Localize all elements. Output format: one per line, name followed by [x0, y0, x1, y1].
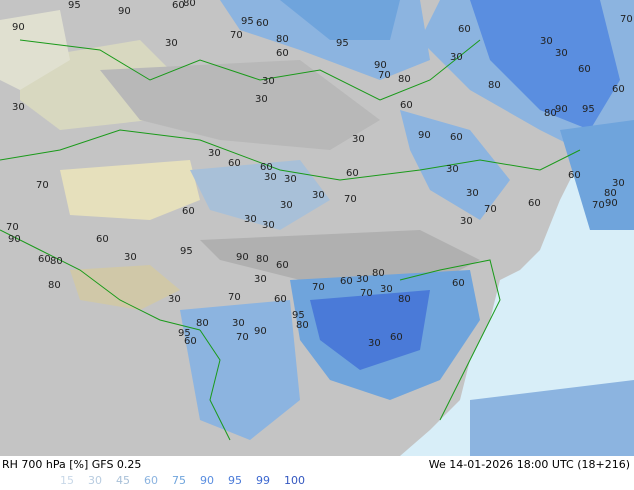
legend-item: 15 — [60, 474, 74, 487]
contour-label: 60 — [274, 294, 287, 305]
contour-label: 80 — [50, 256, 63, 267]
contour-label: 60 — [568, 170, 581, 181]
contour-label: 30 — [356, 274, 369, 285]
contour-label: 60 — [276, 48, 289, 59]
contour-label: 30 — [255, 94, 268, 105]
contour-label: 60 — [96, 234, 109, 245]
contour-label: 30 — [555, 48, 568, 59]
contour-label: 80 — [296, 320, 309, 331]
contour-label: 60 — [400, 100, 413, 111]
rh-map: 959060809095 603070306080 95309070 80603030… — [0, 0, 634, 456]
contour-label: 60 — [38, 254, 51, 265]
contour-label: 80 — [488, 80, 501, 91]
contour-label: 70 — [592, 200, 605, 211]
map-title: RH 700 hPa [%] GFS 0.25 — [2, 458, 142, 471]
contour-label: 30 — [12, 102, 25, 113]
legend-item: 60 — [144, 474, 158, 487]
contour-label: 80 — [196, 318, 209, 329]
contour-label: 80 — [276, 34, 289, 45]
color-legend: 15 30 45 60 75 90 95 99 100 — [60, 474, 319, 487]
contour-label: 30 — [165, 38, 178, 49]
legend-item: 45 — [116, 474, 130, 487]
contour-label: 60 — [184, 336, 197, 347]
contour-label: 90 — [605, 198, 618, 209]
contour-label: 30 — [262, 220, 275, 231]
contour-label: 90 — [418, 130, 431, 141]
contour-label: 95 — [336, 38, 349, 49]
contour-label: 30 — [232, 318, 245, 329]
contour-label: 80 — [183, 0, 196, 9]
contour-label: 60 — [578, 64, 591, 75]
contour-label: 80 — [372, 268, 385, 279]
contour-label: 95 — [582, 104, 595, 115]
legend-item: 30 — [88, 474, 102, 487]
contour-label: 30 — [208, 148, 221, 159]
contour-label: 60 — [276, 260, 289, 271]
contour-label: 95 — [241, 16, 254, 27]
contour-label: 90 — [555, 104, 568, 115]
contour-label: 70 — [230, 30, 243, 41]
contour-label: 90 — [236, 252, 249, 263]
contour-label: 70 — [484, 204, 497, 215]
contour-label: 60 — [458, 24, 471, 35]
legend-item: 100 — [284, 474, 305, 487]
contour-label: 60 — [390, 332, 403, 343]
legend-item: 99 — [256, 474, 270, 487]
contour-label: 60 — [450, 132, 463, 143]
legend-item: 75 — [172, 474, 186, 487]
contour-label: 30 — [312, 190, 325, 201]
contour-label: 30 — [264, 172, 277, 183]
contour-label: 90 — [12, 22, 25, 33]
contour-label: 90 — [8, 234, 21, 245]
contour-label: 60 — [346, 168, 359, 179]
contour-label: 70 — [360, 288, 373, 299]
contour-label: 30 — [466, 188, 479, 199]
contour-label: 60 — [182, 206, 195, 217]
contour-label: 70 — [236, 332, 249, 343]
contour-label: 90 — [254, 326, 267, 337]
contour-label: 30 — [262, 76, 275, 87]
contour-label: 95 — [180, 246, 193, 257]
contour-label: 60 — [452, 278, 465, 289]
contour-label: 60 — [256, 18, 269, 29]
contour-label: 60 — [528, 198, 541, 209]
contour-label: 80 — [398, 294, 411, 305]
contour-label: 30 — [168, 294, 181, 305]
footer-bar: RH 700 hPa [%] GFS 0.25 We 14-01-2026 18… — [0, 456, 634, 490]
contour-label: 30 — [450, 52, 463, 63]
contour-label: 70 — [36, 180, 49, 191]
contour-label: 30 — [460, 216, 473, 227]
contour-label: 30 — [446, 164, 459, 175]
contour-label: 30 — [380, 284, 393, 295]
contour-label: 90 — [118, 6, 131, 17]
contour-label: 30 — [368, 338, 381, 349]
contour-label: 70 — [378, 70, 391, 81]
contour-label: 30 — [124, 252, 137, 263]
contour-label: 80 — [48, 280, 61, 291]
contour-label: 70 — [344, 194, 357, 205]
contour-label: 60 — [340, 276, 353, 287]
contour-label: 95 — [68, 0, 81, 11]
contour-label: 60 — [612, 84, 625, 95]
contour-label: 30 — [540, 36, 553, 47]
contour-label: 80 — [398, 74, 411, 85]
contour-label: 70 — [228, 292, 241, 303]
map-timestamp: We 14-01-2026 18:00 UTC (18+216) — [428, 458, 630, 471]
contour-label: 80 — [256, 254, 269, 265]
contour-label: 30 — [284, 174, 297, 185]
contour-label: 30 — [254, 274, 267, 285]
contour-label: 30 — [352, 134, 365, 145]
contour-label: 30 — [244, 214, 257, 225]
contour-label: 60 — [228, 158, 241, 169]
legend-item: 95 — [228, 474, 242, 487]
contour-label: 70 — [6, 222, 19, 233]
contour-label: 30 — [280, 200, 293, 211]
contour-label: 70 — [620, 14, 633, 25]
legend-item: 90 — [200, 474, 214, 487]
contour-label: 70 — [312, 282, 325, 293]
